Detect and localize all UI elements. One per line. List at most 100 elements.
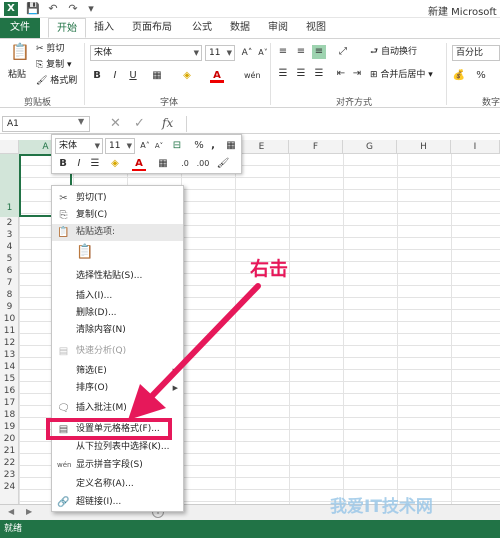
increase-indent-icon[interactable]: ⇥ [350,67,364,81]
menu-item-filter[interactable]: 筛选(E) ▶ [52,363,183,380]
tab-file[interactable]: 文件 [0,18,40,38]
row-header[interactable]: 9 [0,301,19,313]
bold-button[interactable]: B [90,69,104,83]
row-header[interactable]: 24 [0,481,19,493]
format-table-icon[interactable]: ▦ [224,139,238,153]
copy-button[interactable]: ⎘ 复制 ▾ [36,59,71,71]
chevron-down-icon[interactable]: ▼ [78,117,84,126]
sheet-next-icon[interactable]: ▶ [26,507,32,516]
menu-item-sort[interactable]: 排序(O) ▶ [52,380,183,397]
align-top-icon[interactable]: ≡ [276,45,290,59]
tab-review[interactable]: 审阅 [262,18,294,38]
row-header[interactable]: 21 [0,445,19,457]
row-header[interactable]: 18 [0,409,19,421]
column-header-e[interactable]: E [235,140,289,154]
menu-item-insert-comment[interactable]: 🗨 插入批注(M) [52,400,183,417]
column-header-i[interactable]: I [451,140,500,154]
menu-item-show-phonetic[interactable]: wén 显示拼音字段(S) [52,457,183,474]
font-size-combo[interactable]: 11 ▼ [205,45,235,61]
paste-icon[interactable]: 📋 [10,44,30,67]
row-header[interactable]: 17 [0,397,19,409]
increase-decimal-icon[interactable]: .00 [196,157,210,171]
number-format-combo[interactable]: 百分比 [452,45,500,61]
row-header[interactable]: 8 [0,289,19,301]
row-header[interactable]: 20 [0,433,19,445]
row-header[interactable]: 10 [0,313,19,325]
accounting-format-icon[interactable]: ⊟ [170,139,184,153]
menu-item-delete[interactable]: 删除(D)... [52,305,183,322]
orientation-icon[interactable]: ⤢ [336,45,350,59]
format-painter-button[interactable]: 🖌 格式刷 [36,75,77,87]
italic-button[interactable]: I [108,69,122,83]
row-header[interactable]: 4 [0,241,19,253]
menu-item-clear-contents[interactable]: 清除内容(N) [52,322,183,339]
column-header-h[interactable]: H [397,140,451,154]
currency-icon[interactable]: 💰 [452,69,466,83]
row-header[interactable]: 6 [0,265,19,277]
font-name-combo[interactable]: 宋体 ▼ [90,45,202,61]
row-header[interactable]: 16 [0,385,19,397]
cancel-icon[interactable]: ✕ [110,116,121,131]
undo-icon[interactable]: ↶ [46,2,60,16]
percent-button[interactable]: % [192,139,206,153]
paste-button[interactable]: 粘贴 [8,69,26,81]
mini-font-name-combo[interactable]: 宋体 ▼ [55,138,103,154]
paste-option-button[interactable]: 📋 [52,242,183,268]
cut-button[interactable]: ✂ 剪切 [36,43,64,55]
merge-center-button[interactable]: ⊞ 合并后居中 ▾ [370,69,433,81]
row-header[interactable]: 12 [0,337,19,349]
row-header[interactable]: 13 [0,349,19,361]
name-box[interactable]: A1 [2,116,90,132]
format-painter-icon[interactable]: 🖌 [216,157,230,171]
menu-item-copy[interactable]: ⎘ 复制(C) [52,207,183,224]
menu-item-cut[interactable]: ✂ 剪切(T) [52,190,183,207]
align-center-icon[interactable]: ☰ [294,67,308,81]
wrap-text-button[interactable]: ⮐ 自动换行 [370,46,417,58]
border-icon[interactable]: ▦ [150,69,164,83]
row-header[interactable]: 1 [0,154,19,217]
column-header-f[interactable]: F [289,140,343,154]
border-icon[interactable]: ▦ [156,157,170,171]
row-header[interactable]: 19 [0,421,19,433]
fill-color-icon[interactable]: ◈ [180,69,194,83]
shrink-font-icon[interactable]: A˅ [256,46,270,60]
underline-button[interactable]: U [126,69,140,83]
font-color-icon[interactable]: A [210,69,224,83]
mini-italic-button[interactable]: I [72,157,86,171]
grow-font-icon[interactable]: A˄ [138,139,152,153]
fill-color-icon[interactable]: ◈ [108,157,122,171]
row-header[interactable]: 5 [0,253,19,265]
mini-bold-button[interactable]: B [56,157,70,171]
customize-quick-access-icon[interactable]: ▾ [84,2,98,16]
tab-page-layout[interactable]: 页面布局 [124,18,180,38]
menu-item-insert[interactable]: 插入(I)... [52,288,183,305]
grow-font-icon[interactable]: A˄ [240,46,254,60]
font-color-icon[interactable]: A [132,157,146,171]
row-header[interactable]: 23 [0,469,19,481]
align-center-icon[interactable]: ☰ [88,157,102,171]
align-middle-icon[interactable]: ≡ [294,45,308,59]
column-header-g[interactable]: G [343,140,397,154]
align-left-icon[interactable]: ☰ [276,67,290,81]
confirm-icon[interactable]: ✓ [134,116,145,131]
row-header[interactable]: 14 [0,361,19,373]
sheet-prev-icon[interactable]: ◀ [8,507,14,516]
row-header[interactable]: 2 [0,217,19,229]
tab-formulas[interactable]: 公式 [186,18,218,38]
row-header[interactable]: 15 [0,373,19,385]
select-all-corner[interactable] [0,140,19,154]
phonetic-icon[interactable]: wén [244,69,261,83]
tab-insert[interactable]: 插入 [88,18,120,38]
menu-item-define-name[interactable]: 定义名称(A)... [52,476,183,493]
row-header[interactable]: 3 [0,229,19,241]
menu-item-paste-special[interactable]: 选择性粘贴(S)... [52,268,183,285]
row-header[interactable]: 22 [0,457,19,469]
decrease-decimal-icon[interactable]: .0 [178,157,192,171]
mini-font-size-combo[interactable]: 11 ▼ [105,138,135,154]
comma-button[interactable]: , [206,139,220,153]
align-right-icon[interactable]: ☰ [312,67,326,81]
tab-data[interactable]: 数据 [224,18,256,38]
percent-icon[interactable]: % [474,69,488,83]
align-bottom-icon[interactable]: ≡ [312,45,326,59]
tab-home[interactable]: 开始 [48,18,86,38]
